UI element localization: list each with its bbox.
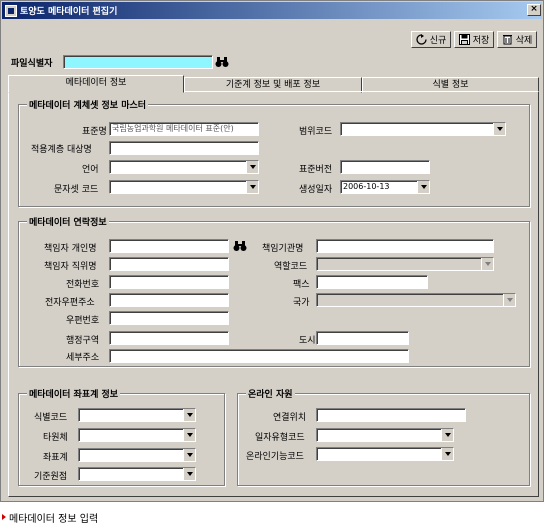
online-group-title: 온라인 자원 (246, 387, 295, 400)
admin-area-input[interactable] (109, 331, 229, 345)
charset-select[interactable] (109, 180, 259, 194)
coord-system-select[interactable] (78, 448, 196, 462)
binoculars-icon[interactable] (215, 56, 229, 68)
person-input[interactable] (109, 239, 229, 253)
language-label: 언어 (82, 165, 99, 175)
email-label: 전자우편주소 (45, 298, 95, 308)
chevron-down-icon (246, 181, 258, 193)
caption: 메타데이터 정보 입력 (0, 505, 546, 529)
floppy-icon (458, 34, 470, 45)
scope-code-select[interactable] (340, 122, 506, 136)
phone-label: 전화번호 (66, 280, 100, 290)
editor-window: 토양도 메타데이터 편집기 × 신규 저장 삭제 파일식별자 메타데이터 정보 … (0, 0, 544, 502)
standard-name-input[interactable]: 국립농업과학원 메타데이터 표준(안) (109, 122, 259, 136)
chevron-down-icon (246, 161, 258, 173)
chevron-down-icon (183, 449, 195, 461)
protocol-label: 일자유형코드 (255, 433, 305, 443)
ellipsoid-select[interactable] (78, 428, 196, 442)
new-button-label: 신규 (429, 36, 447, 46)
phone-input[interactable] (109, 275, 229, 289)
new-button[interactable]: 신규 (411, 31, 451, 48)
role-label: 역할코드 (274, 262, 308, 272)
tab-panel: 메타데이터 계체셋 정보 마스터 표준명 국립농업과학원 메타데이터 표준(안)… (8, 91, 539, 497)
binoculars-icon[interactable] (233, 240, 247, 252)
country-select[interactable] (316, 293, 516, 307)
city-input[interactable] (316, 331, 409, 345)
country-label: 국가 (293, 298, 310, 308)
link-label: 연결위치 (273, 413, 307, 423)
role-select[interactable] (316, 257, 494, 271)
chevron-down-icon (503, 294, 515, 306)
tab-metadata-info[interactable]: 메타데이터 정보 (8, 75, 184, 93)
standard-version-label: 표준버전 (299, 165, 333, 175)
postal-input[interactable] (109, 311, 229, 325)
chevron-down-icon (183, 409, 195, 421)
postal-label: 우편번호 (66, 316, 100, 326)
trash-icon (502, 35, 512, 45)
date-value: 2006-10-13 (343, 182, 390, 191)
chevron-down-icon (441, 448, 453, 460)
chevron-down-icon (183, 468, 195, 480)
coord-group-title: 메타데이터 좌표계 정보 (27, 387, 121, 400)
close-icon[interactable]: × (527, 4, 541, 16)
id-code-select[interactable] (78, 408, 196, 422)
refresh-icon (416, 34, 427, 45)
coord-system-label: 좌표계 (43, 453, 68, 463)
function-label: 온라인기능코드 (246, 452, 304, 462)
position-input[interactable] (109, 257, 229, 271)
file-id-input[interactable] (63, 55, 213, 69)
email-input[interactable] (109, 293, 229, 307)
person-label: 책임자 개인명 (44, 244, 97, 254)
function-select[interactable] (316, 447, 454, 461)
contact-group-title: 메타데이터 연락정보 (27, 215, 109, 228)
delete-button-label: 삭제 (515, 36, 533, 46)
standard-name-label: 표준명 (82, 127, 107, 137)
save-button[interactable]: 저장 (454, 31, 494, 48)
org-input[interactable] (316, 239, 494, 253)
applied-level-input[interactable] (109, 141, 259, 155)
date-label: 생성일자 (299, 185, 333, 195)
charset-label: 문자셋 코드 (54, 185, 99, 195)
datum-select[interactable] (78, 467, 196, 481)
ellipsoid-label: 타원체 (43, 433, 68, 443)
delete-button[interactable]: 삭제 (497, 31, 537, 48)
date-picker[interactable]: 2006-10-13 (340, 180, 430, 194)
link-input[interactable] (316, 408, 466, 422)
address-input[interactable] (109, 349, 409, 363)
language-select[interactable] (109, 160, 259, 174)
applied-level-label: 적용계층 대상명 (31, 145, 92, 155)
chevron-down-icon (481, 258, 493, 270)
fax-input[interactable] (316, 275, 428, 289)
fax-label: 팩스 (293, 280, 310, 290)
title-bar: 토양도 메타데이터 편집기 × (2, 2, 542, 19)
caption-text: 메타데이터 정보 입력 (9, 514, 99, 525)
file-id-label: 파일식별자 (11, 59, 53, 69)
standard-version-input[interactable] (340, 160, 430, 174)
scope-code-label: 범위코드 (299, 127, 333, 137)
chevron-down-icon (417, 181, 429, 193)
position-label: 책임자 직위명 (44, 262, 97, 272)
datum-label: 기준원점 (34, 472, 68, 482)
org-label: 책임기관명 (262, 244, 304, 254)
city-label: 도시 (299, 336, 316, 346)
caption-bullet-icon (2, 514, 6, 520)
id-code-label: 식별코드 (34, 413, 68, 423)
chevron-down-icon (441, 429, 453, 441)
save-button-label: 저장 (472, 36, 490, 46)
master-group-title: 메타데이터 계체셋 정보 마스터 (27, 98, 149, 111)
window-title: 토양도 메타데이터 편집기 (20, 7, 118, 17)
app-icon (5, 4, 17, 17)
address-label: 세부주소 (66, 353, 100, 363)
protocol-select[interactable] (316, 428, 454, 442)
chevron-down-icon (183, 429, 195, 441)
admin-area-label: 행정구역 (66, 336, 100, 346)
chevron-down-icon (493, 123, 505, 135)
